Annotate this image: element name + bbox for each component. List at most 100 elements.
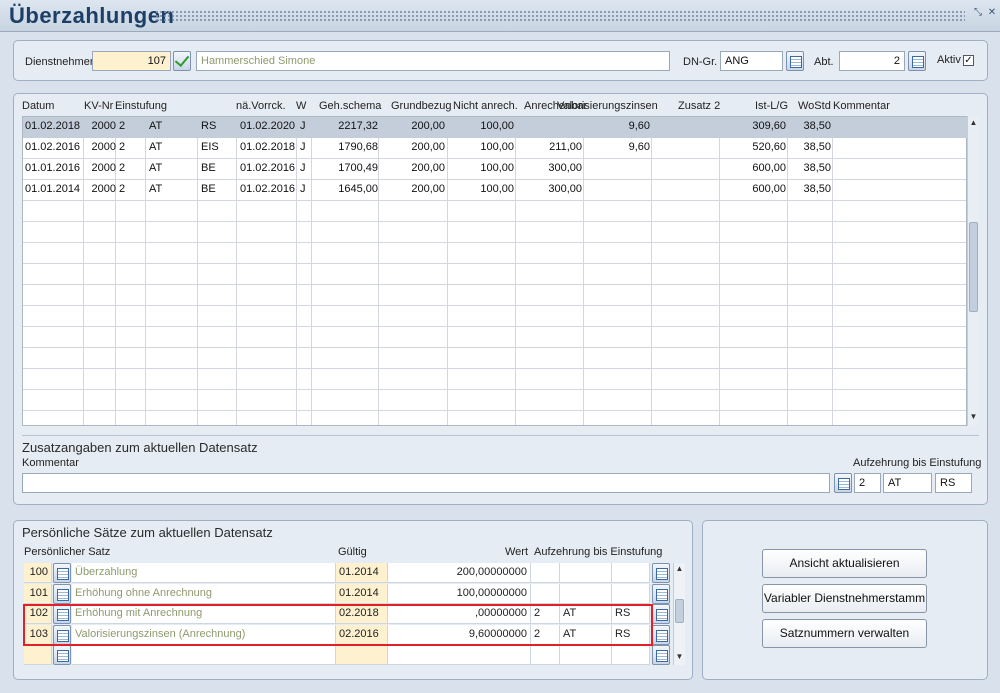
cell-a3[interactable]: [612, 563, 650, 583]
kommentar-field[interactable]: [22, 473, 830, 493]
cell-ist: 600,00: [752, 183, 786, 195]
refresh-view-button[interactable]: Ansicht aktualisieren: [762, 549, 927, 578]
cell-e3: BE: [201, 162, 216, 174]
salary-grid-scrollbar[interactable]: ▲ ▼: [967, 116, 979, 426]
table-row[interactable]: 01.02.2018 2000 2 AT RS 01.02.2020 J 2217,32 200…: [23, 117, 967, 138]
kommentar-lookup-icon[interactable]: [834, 473, 852, 493]
scrollbar-thumb[interactable]: [969, 222, 978, 312]
cell-nicht: 100,00: [480, 120, 514, 132]
table-row[interactable]: 01.01.2016 2000 2 AT BE 01.02.2016 J 1700,49 200…: [23, 159, 967, 180]
col-gehaltsschema[interactable]: Geh.schema: [319, 100, 381, 112]
satz-lookup-icon[interactable]: [53, 563, 71, 583]
confirm-check-icon[interactable]: [173, 51, 191, 71]
satz-lookup-icon[interactable]: [53, 583, 71, 604]
aufzehrung-lookup-icon[interactable]: [652, 563, 670, 583]
cell-kv: 2000: [91, 183, 116, 195]
cell-name[interactable]: [72, 645, 336, 665]
cell-gueltig[interactable]: 01.2014: [336, 583, 388, 604]
dngr-label: DN-Gr.: [683, 56, 718, 68]
employee-name-field[interactable]: Hammerschied Simone: [196, 51, 670, 71]
col-kv-nr[interactable]: KV-Nr: [84, 100, 113, 112]
zusatz-title: Zusatzangaben zum aktuellen Datensatz: [22, 440, 258, 455]
divider: [22, 435, 979, 436]
col-valorisierungszinsen[interactable]: Valorisierungszinsen: [557, 100, 658, 112]
scroll-up-icon[interactable]: ▲: [968, 118, 979, 130]
cell-kv: 2000: [91, 120, 116, 132]
scroll-down-icon[interactable]: ▼: [674, 652, 685, 664]
cell-grund: 200,00: [411, 141, 445, 153]
cell-e3: RS: [201, 120, 217, 132]
cell-wert[interactable]: [388, 645, 531, 665]
abt-lookup-icon[interactable]: [908, 51, 926, 71]
table-row[interactable]: 01.02.2016 2000 2 AT EIS 01.02.2018 J 1790,68 20…: [23, 138, 967, 159]
scrollbar-thumb[interactable]: [675, 599, 684, 623]
aktiv-checkbox[interactable]: ✓: [963, 55, 974, 66]
personal-grid-scrollbar[interactable]: ▲ ▼: [673, 563, 685, 665]
cell-schema: 1700,49: [338, 162, 378, 174]
col-wostd[interactable]: WoStd: [798, 100, 831, 112]
cell-e3: BE: [201, 183, 216, 195]
abt-field[interactable]: 2: [839, 51, 905, 71]
cell-name[interactable]: Erhöhung ohne Anrechnung: [72, 583, 336, 604]
aufzehrung-lookup-icon[interactable]: [652, 604, 670, 624]
cell-a1[interactable]: [531, 563, 560, 583]
aktiv-label: Aktiv: [937, 54, 961, 66]
col-persoenlicher-satz[interactable]: Persönlicher Satz: [24, 546, 110, 558]
col-gueltig[interactable]: Gültig: [338, 546, 367, 558]
list-item[interactable]: 100 Überzahlung 01.2014 200,00000000: [24, 563, 670, 583]
col-datum[interactable]: Datum: [22, 100, 54, 112]
employee-number-field[interactable]: 107: [92, 51, 171, 71]
close-icon[interactable]: ✕: [987, 8, 997, 18]
cell-gueltig[interactable]: [336, 645, 388, 665]
dngr-field[interactable]: ANG: [720, 51, 783, 71]
col-wert[interactable]: Wert: [505, 546, 528, 558]
manage-record-numbers-button[interactable]: Satznummern verwalten: [762, 619, 927, 648]
scroll-down-icon[interactable]: ▼: [968, 412, 979, 424]
cell-e2: AT: [149, 162, 163, 174]
aufzehrung-lookup-icon[interactable]: [652, 583, 670, 604]
cell-wert[interactable]: 200,00000000: [388, 563, 531, 583]
cell-a2[interactable]: [560, 563, 612, 583]
satz-lookup-icon[interactable]: [53, 645, 71, 665]
list-item[interactable]: 101 Erhöhung ohne Anrechnung 01.2014 100,00…: [24, 583, 670, 604]
cell-gueltig[interactable]: 01.2014: [336, 563, 388, 583]
col-aufzehrung[interactable]: Aufzehrung bis Einstufung: [534, 546, 662, 558]
col-grundbezug[interactable]: Grundbezug: [391, 100, 452, 112]
cell-grund: 200,00: [411, 183, 445, 195]
scroll-up-icon[interactable]: ▲: [674, 564, 685, 576]
col-nicht-anrech[interactable]: Nicht anrech.: [453, 100, 518, 112]
cell-w: J: [300, 141, 306, 153]
cell-a3[interactable]: [612, 645, 650, 665]
aufzehrung-field-1[interactable]: 2: [854, 473, 881, 493]
cell-a1[interactable]: [531, 583, 560, 604]
cell-a2[interactable]: [560, 645, 612, 665]
aufzehrung-lookup-icon[interactable]: [652, 645, 670, 665]
col-w[interactable]: W: [296, 100, 306, 112]
col-kommentar[interactable]: Kommentar: [833, 100, 890, 112]
aufzehrung-field-3[interactable]: RS: [935, 473, 972, 493]
cell-name[interactable]: Überzahlung: [72, 563, 336, 583]
restore-icon[interactable]: ⤡: [973, 8, 983, 18]
col-zusatz2[interactable]: Zusatz 2: [678, 100, 720, 112]
aufzehrung-lookup-icon[interactable]: [652, 624, 670, 645]
variable-employee-master-button[interactable]: Variabler Dienstnehmerstamm: [762, 584, 927, 613]
col-vorrueckung[interactable]: nä.Vorrck.: [236, 100, 286, 112]
cell-nicht: 100,00: [480, 183, 514, 195]
cell-nr[interactable]: [24, 645, 52, 665]
cell-nr[interactable]: 100: [24, 563, 52, 583]
cell-datum: 01.02.2018: [25, 120, 81, 132]
cell-nr[interactable]: 101: [24, 583, 52, 604]
list-item[interactable]: [24, 645, 670, 665]
cell-a3[interactable]: [612, 583, 650, 604]
col-einstufung[interactable]: Einstufung: [115, 100, 167, 112]
cell-wert[interactable]: 100,00000000: [388, 583, 531, 604]
aufzehrung-label: Aufzehrung bis Einstufung: [853, 457, 982, 469]
col-ist-lg[interactable]: Ist-L/G: [755, 100, 788, 112]
cell-a2[interactable]: [560, 583, 612, 604]
table-row[interactable]: 01.01.2014 2000 2 AT BE 01.02.2016 J 1645,00 200…: [23, 180, 967, 201]
dngr-lookup-icon[interactable]: [786, 51, 804, 71]
cell-valor: 9,60: [628, 141, 650, 153]
cell-a1[interactable]: [531, 645, 560, 665]
aufzehrung-field-2[interactable]: AT: [883, 473, 932, 493]
cell-nicht: 100,00: [480, 141, 514, 153]
